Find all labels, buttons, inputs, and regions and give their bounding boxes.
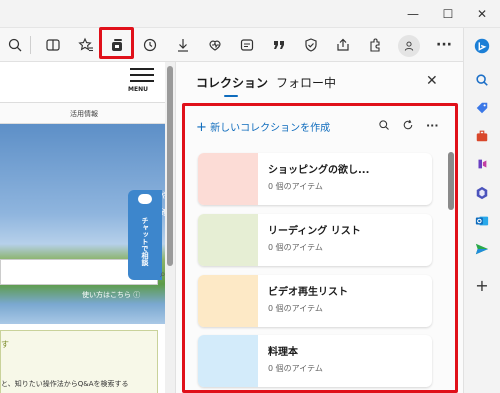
plus-icon: + bbox=[196, 120, 207, 135]
collection-name: 料理本 bbox=[268, 347, 298, 358]
outlook-icon[interactable] bbox=[472, 211, 492, 231]
search-collections-icon[interactable] bbox=[378, 119, 390, 134]
tab-following[interactable]: フォロー中 bbox=[276, 74, 336, 91]
new-collection-label: 新しいコレクションを作成 bbox=[210, 123, 331, 134]
history-icon[interactable] bbox=[137, 32, 163, 58]
search-icon[interactable] bbox=[472, 70, 492, 90]
microsoft-365-icon[interactable] bbox=[472, 183, 492, 203]
collections-button-highlight bbox=[99, 27, 134, 59]
performance-icon[interactable] bbox=[202, 32, 228, 58]
collection-count: 0 個のアイテム bbox=[268, 364, 323, 373]
tab-collections[interactable]: コレクション bbox=[196, 74, 268, 91]
extensions-icon[interactable] bbox=[362, 32, 388, 58]
browser-essentials-icon[interactable] bbox=[298, 32, 324, 58]
refresh-icon[interactable] bbox=[402, 119, 414, 134]
chat-bubble-icon bbox=[138, 194, 152, 204]
nav-link-tips[interactable]: 活用情報 bbox=[70, 109, 98, 119]
collection-card[interactable]: リーディング リスト 0 個のアイテム bbox=[198, 214, 432, 266]
close-panel-icon[interactable]: ✕ bbox=[426, 73, 438, 89]
shopping-tag-icon[interactable] bbox=[472, 98, 492, 118]
collection-name: リーディング リスト bbox=[268, 226, 361, 237]
collection-count: 0 個のアイテム bbox=[268, 304, 323, 313]
toolbar-divider bbox=[30, 36, 31, 54]
collection-thumbnail bbox=[198, 214, 258, 266]
panel-scrollbar-thumb[interactable] bbox=[448, 152, 454, 210]
menu-label: MENU bbox=[128, 86, 148, 93]
chat-consult-label: チャットで相談 bbox=[141, 216, 149, 266]
collection-name: ショッピングの欲し... bbox=[268, 165, 370, 176]
zoom-icon[interactable] bbox=[2, 32, 28, 58]
page-scrollbar-thumb[interactable] bbox=[167, 66, 173, 266]
profile-icon[interactable] bbox=[398, 35, 420, 57]
browser-toolbar: ··· bbox=[0, 28, 500, 62]
share-icon[interactable] bbox=[330, 32, 356, 58]
more-options-icon[interactable]: ··· bbox=[426, 119, 439, 132]
maximize-button[interactable]: ☐ bbox=[433, 0, 463, 28]
close-window-button[interactable]: ✕ bbox=[467, 0, 497, 28]
collection-thumbnail bbox=[198, 275, 258, 327]
title-bar: — ☐ ✕ bbox=[0, 0, 500, 28]
howto-link[interactable]: 使い方はこちら ⓘ bbox=[82, 290, 140, 300]
tools-icon[interactable] bbox=[472, 126, 492, 146]
active-tab-indicator bbox=[224, 95, 238, 97]
notice-text: と、知りたい操作法からQ&Aを検索する bbox=[1, 380, 129, 388]
collection-count: 0 個のアイテム bbox=[268, 182, 323, 191]
downloads-icon[interactable] bbox=[170, 32, 196, 58]
more-icon[interactable]: ··· bbox=[431, 32, 457, 58]
quotes-icon[interactable] bbox=[266, 32, 292, 58]
collection-thumbnail bbox=[198, 153, 258, 205]
panel-scrollbar[interactable] bbox=[448, 148, 454, 388]
site-nav-strip: 活用情報 bbox=[0, 102, 165, 124]
collection-card[interactable]: 料理本 0 個のアイテム bbox=[198, 335, 432, 387]
page-scrollbar[interactable] bbox=[165, 62, 175, 393]
collection-count: 0 個のアイテム bbox=[268, 243, 323, 252]
screenshot-icon[interactable] bbox=[234, 32, 260, 58]
collections-panel: コレクション フォロー中 ✕ + 新しいコレクションを作成 ··· ショッピング… bbox=[175, 62, 463, 393]
collection-name: ビデオ再生リスト bbox=[268, 287, 348, 298]
add-icon[interactable]: + bbox=[472, 275, 492, 295]
edge-sidebar: + bbox=[463, 28, 500, 393]
favorites-star-icon[interactable] bbox=[73, 32, 99, 58]
minimize-button[interactable]: — bbox=[398, 0, 428, 28]
hamburger-menu-icon[interactable] bbox=[130, 68, 154, 86]
copilot-icon[interactable] bbox=[472, 36, 492, 56]
collection-thumbnail bbox=[198, 335, 258, 387]
send-icon[interactable] bbox=[472, 239, 492, 259]
split-screen-icon[interactable] bbox=[40, 32, 66, 58]
notice-title: す bbox=[1, 340, 9, 349]
collection-card[interactable]: ショッピングの欲し... 0 個のアイテム bbox=[198, 153, 432, 205]
games-icon[interactable] bbox=[472, 154, 492, 174]
info-notice-box: す と、知りたい操作法からQ&Aを検索する bbox=[0, 330, 158, 393]
web-content: MENU 活用情報 法や ご確 チャットで相談 ⌕ 使い方はこちら ⓘ す と、… bbox=[0, 62, 175, 393]
collection-card[interactable]: ビデオ再生リスト 0 個のアイテム bbox=[198, 275, 432, 327]
new-collection-button[interactable]: + 新しいコレクションを作成 bbox=[196, 119, 330, 135]
